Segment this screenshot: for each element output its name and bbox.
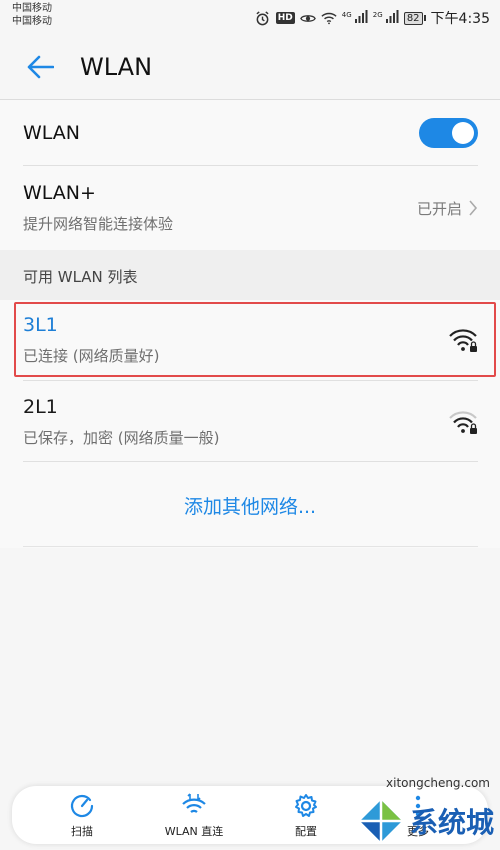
scan-button[interactable]: 扫描 <box>52 792 112 839</box>
configure-label: 配置 <box>295 824 317 838</box>
wlan-plus-status: 已开启 <box>416 199 462 218</box>
carrier-1: 中国移动 <box>12 3 52 14</box>
back-button[interactable] <box>24 51 56 83</box>
refresh-icon <box>70 794 94 817</box>
network-item-2l1[interactable]: 2L1 已保存，加密 (网络质量一般) <box>23 387 488 457</box>
watermark-logo-icon <box>359 800 402 842</box>
wifi-direct-icon <box>182 792 206 813</box>
signal-1-icon: 4G <box>342 9 368 27</box>
status-bar: 中国移动 中国移动 HD 4G 2G 82 下午4:35 <box>0 0 500 34</box>
signal-2-icon: 2G <box>373 9 399 27</box>
app-bar: WLAN <box>0 34 500 100</box>
divider <box>23 546 478 547</box>
wlan-plus-row[interactable]: WLAN+ 提升网络智能连接体验 已开启 <box>0 166 500 250</box>
wifi-status-icon <box>321 10 337 26</box>
chevron-right-icon <box>469 200 478 216</box>
carrier-labels: 中国移动 中国移动 <box>12 2 52 28</box>
wlan-plus-subtitle: 提升网络智能连接体验 <box>23 215 174 233</box>
watermark: 系统城 <box>356 796 494 846</box>
wlan-switch[interactable] <box>419 118 478 148</box>
wifi-lock-icon <box>449 411 477 434</box>
network-status: 已保存，加密 (网络质量一般) <box>23 429 220 447</box>
eye-comfort-icon <box>299 10 316 26</box>
network-name: 2L1 <box>23 396 58 418</box>
wlan-plus-title: WLAN+ <box>23 182 96 204</box>
status-icons: HD 4G 2G 82 下午4:35 <box>255 8 490 28</box>
wifi-direct-label: WLAN 直连 <box>164 824 224 838</box>
hd-badge: HD <box>275 12 295 24</box>
wlan-toggle-row[interactable]: WLAN <box>0 100 500 166</box>
divider <box>23 380 478 381</box>
page-title: WLAN <box>80 53 153 81</box>
battery-level: 82 <box>403 11 423 25</box>
carrier-2: 中国移动 <box>12 16 52 27</box>
gear-icon <box>295 793 317 817</box>
watermark-url: xitongcheng.com <box>386 776 490 790</box>
scan-label: 扫描 <box>71 824 93 838</box>
configure-button[interactable]: 配置 <box>276 792 336 839</box>
battery-icon: 82 <box>403 11 426 25</box>
wifi-direct-button[interactable]: WLAN 直连 <box>164 792 224 839</box>
watermark-brand: 系统城 <box>409 806 494 839</box>
clock: 下午4:35 <box>430 11 490 27</box>
divider <box>23 461 478 462</box>
section-header: 可用 WLAN 列表 <box>23 268 138 286</box>
wlan-toggle-label: WLAN <box>23 122 81 144</box>
arrow-left-icon <box>27 55 54 79</box>
alarm-icon <box>255 10 271 26</box>
add-network-link[interactable]: 添加其他网络... <box>0 492 500 519</box>
selection-highlight <box>14 302 496 377</box>
switch-knob <box>452 122 474 144</box>
